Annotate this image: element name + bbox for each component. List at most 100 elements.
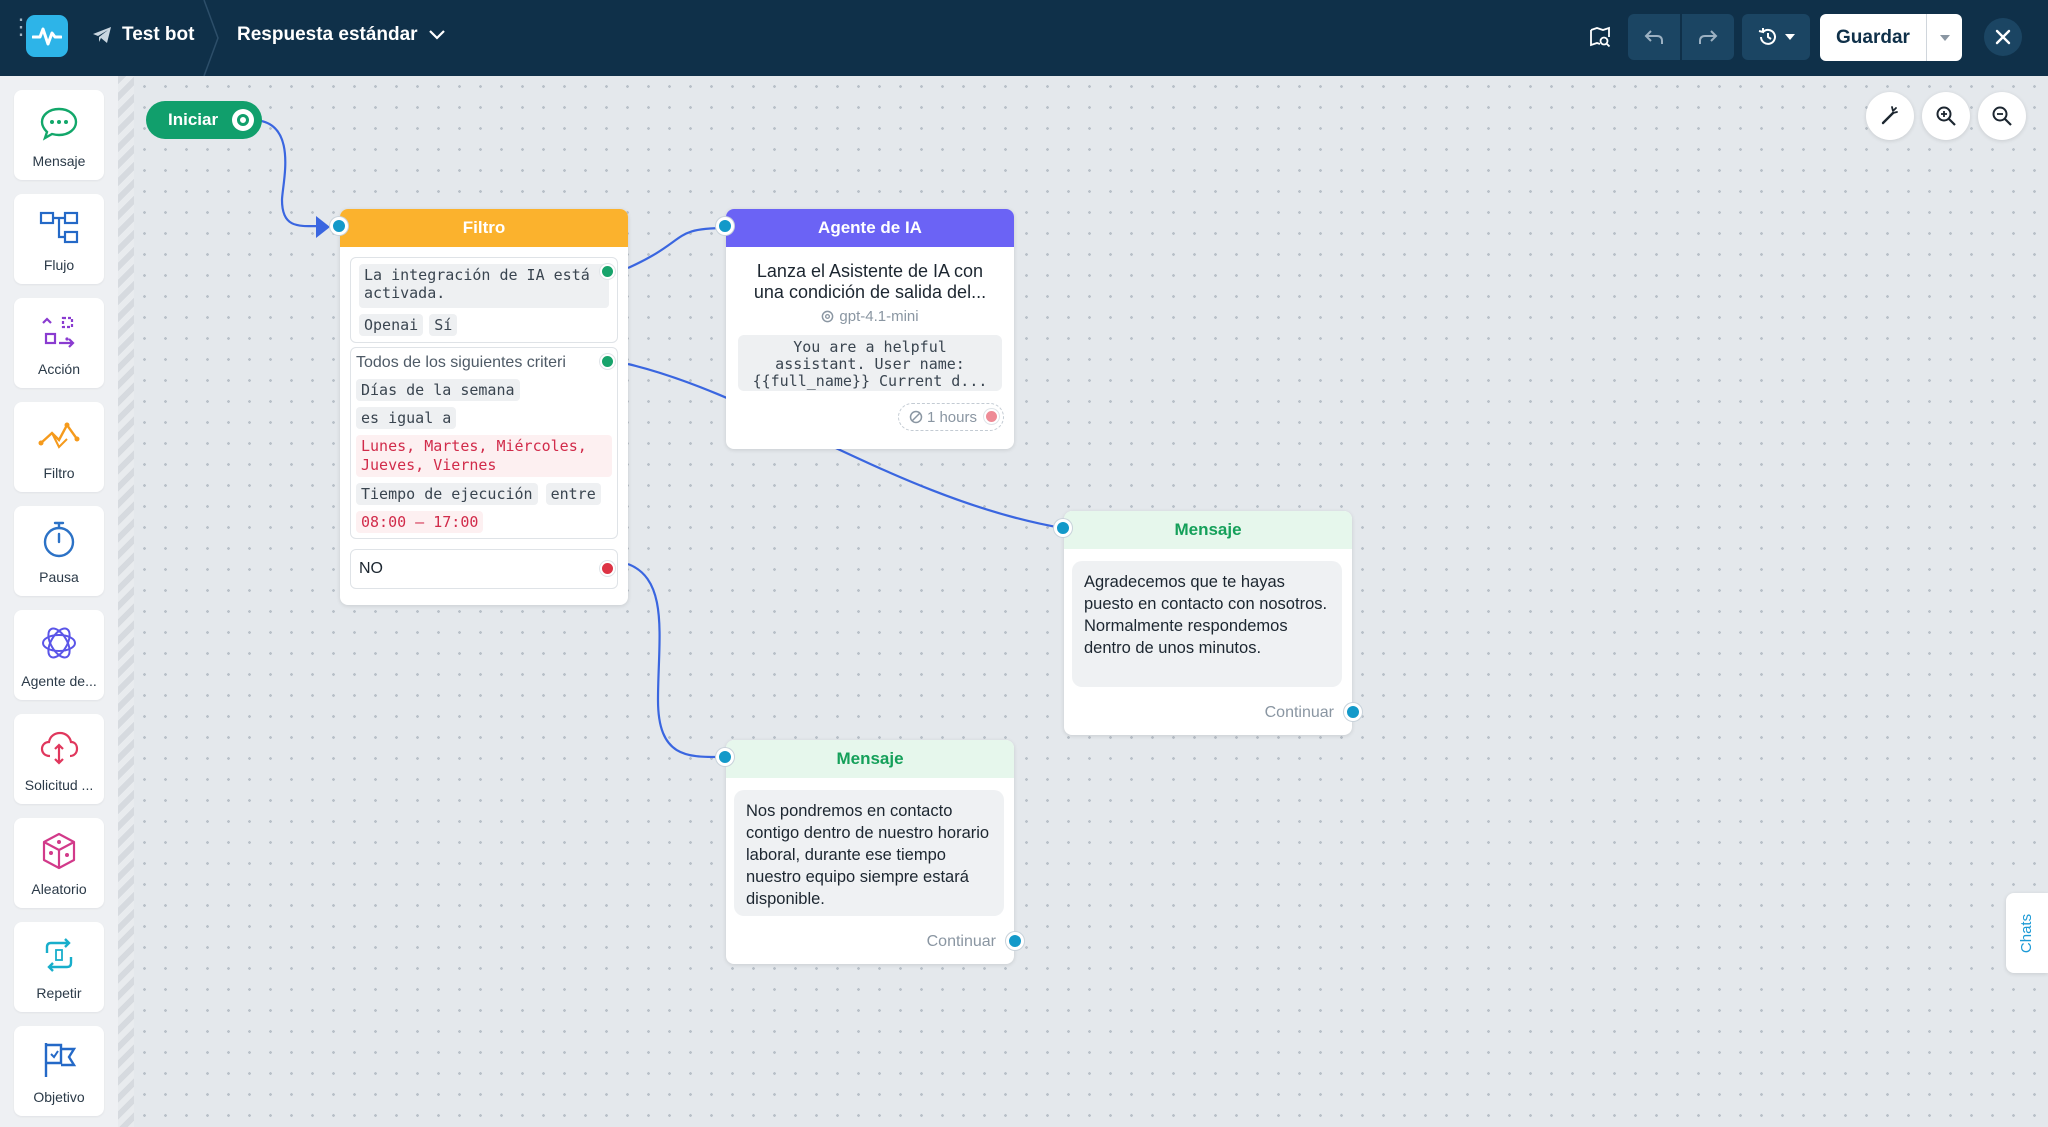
chats-tab-label: Chats xyxy=(2018,913,2036,953)
flow-selector[interactable]: Respuesta estándar xyxy=(237,24,446,46)
condition-else[interactable]: NO xyxy=(350,549,618,589)
caret-down-icon xyxy=(1785,34,1795,40)
fit-view-button[interactable] xyxy=(1866,92,1914,140)
ai-description: Lanza el Asistente de IA con una condici… xyxy=(753,261,987,302)
zoom-in-button[interactable] xyxy=(1922,92,1970,140)
condition-group-title: Todos de los siguientes criteri xyxy=(356,354,566,371)
openai-icon xyxy=(822,310,834,323)
condition-operator: es igual a xyxy=(356,407,457,429)
more-vertical-icon[interactable]: ⋮ xyxy=(10,16,32,52)
start-output-port[interactable] xyxy=(232,109,254,131)
message-node[interactable]: Mensaje Agradecemos que te hayas puesto … xyxy=(1054,511,1362,735)
bot-name: Test bot xyxy=(122,24,195,45)
repeat-icon xyxy=(45,938,73,972)
save-label: Guardar xyxy=(1836,26,1910,48)
message-output-port[interactable] xyxy=(1344,703,1362,721)
filter-input-port[interactable] xyxy=(330,217,348,235)
message-input-port[interactable] xyxy=(716,748,734,766)
bot-breadcrumb[interactable]: Test bot xyxy=(92,24,194,46)
condition-schedule[interactable]: Todos de los siguientes criteri Días de … xyxy=(350,347,618,539)
sidebar-divider xyxy=(118,76,134,1127)
ai-prompt: You are a helpful assistant. User name: … xyxy=(738,335,1002,391)
dice-icon xyxy=(42,832,76,870)
palette-item-repetir[interactable]: Repetir xyxy=(14,922,104,1012)
flow-icon xyxy=(39,211,79,244)
telegram-icon xyxy=(93,27,111,43)
save-button[interactable]: Guardar xyxy=(1820,14,1962,61)
palette-item-filtro[interactable]: Filtro xyxy=(14,402,104,492)
chat-bubble-icon xyxy=(40,107,78,141)
condition-ai-enabled[interactable]: La integración de IA está activada. Open… xyxy=(350,257,618,343)
condition-output-port[interactable] xyxy=(600,354,615,369)
condition-field: Días de la semana xyxy=(356,379,520,401)
condition-value: Lunes, Martes, Miércoles, Jueves, Vierne… xyxy=(356,435,612,477)
top-bar: ⋮ Test bot Respuesta estándar Guardar xyxy=(0,0,2048,76)
caret-down-icon xyxy=(1939,34,1950,41)
ai-input-port[interactable] xyxy=(716,217,734,235)
message-node[interactable]: Mensaje Nos pondremos en contacto contig… xyxy=(716,740,1024,964)
condition-field: Tiempo de ejecución xyxy=(356,483,538,505)
action-icon xyxy=(42,316,75,348)
save-options-button[interactable] xyxy=(1926,14,1962,61)
close-icon xyxy=(1995,29,2011,45)
redo-button[interactable] xyxy=(1682,14,1734,60)
message-node-title: Mensaje xyxy=(726,740,1014,778)
filter-icon xyxy=(38,422,80,449)
palette-item-accion[interactable]: Acción xyxy=(14,298,104,388)
undo-button[interactable] xyxy=(1628,14,1680,60)
message-text[interactable]: Nos pondremos en contacto contigo dentro… xyxy=(734,790,1004,916)
timeout-icon xyxy=(909,410,923,424)
else-label: NO xyxy=(359,560,383,577)
condition-value: 08:00 — 17:00 xyxy=(356,511,484,533)
condition-text: La integración de IA está activada. xyxy=(359,264,609,308)
condition-operator: entre xyxy=(545,483,601,505)
continue-label: Continuar xyxy=(926,933,996,950)
node-palette-sidebar: Mensaje Flujo Acción Filtro Pausa Agente… xyxy=(0,76,118,1127)
condition-chip: Openai xyxy=(359,314,424,336)
ai-agent-icon xyxy=(42,627,76,659)
palette-item-agente[interactable]: Agente de... xyxy=(14,610,104,700)
ai-agent-node[interactable]: Agente de IA Lanza el Asistente de IA co… xyxy=(716,209,1014,449)
ai-node-title: Agente de IA xyxy=(726,209,1014,247)
start-label: Iniciar xyxy=(168,110,219,129)
condition-chip: Sí xyxy=(429,314,458,336)
filter-node-title: Filtro xyxy=(340,209,628,247)
palette-item-flujo[interactable]: Flujo xyxy=(14,194,104,284)
chats-tab[interactable]: Chats xyxy=(2006,893,2048,973)
ai-timeout: 1 hours xyxy=(897,403,1004,431)
flow-name: Respuesta estándar xyxy=(237,24,418,45)
message-output-port[interactable] xyxy=(1006,932,1024,950)
palette-item-solicitud[interactable]: Solicitud ... xyxy=(14,714,104,804)
continue-label: Continuar xyxy=(1264,704,1334,721)
start-node[interactable]: Iniciar xyxy=(146,101,262,139)
history-button[interactable] xyxy=(1742,14,1810,60)
cloud-request-icon xyxy=(40,731,79,765)
condition-output-port[interactable] xyxy=(600,264,615,279)
zoom-out-icon xyxy=(1992,106,2012,126)
message-text[interactable]: Agradecemos que te hayas puesto en conta… xyxy=(1072,561,1342,687)
palette-item-pausa[interactable]: Pausa xyxy=(14,506,104,596)
ai-model: gpt-4.1-mini xyxy=(726,308,1014,325)
magic-wand-icon xyxy=(1881,106,1898,125)
map-search-icon xyxy=(1590,26,1611,48)
palette-item-aleatorio[interactable]: Aleatorio xyxy=(14,818,104,908)
filter-node[interactable]: Filtro La integración de IA está activad… xyxy=(330,209,628,605)
chevron-down-icon xyxy=(428,30,445,40)
map-view-button[interactable] xyxy=(1576,14,1624,60)
message-input-port[interactable] xyxy=(1054,519,1072,537)
message-node-title: Mensaje xyxy=(1064,511,1352,549)
else-output-port[interactable] xyxy=(600,561,615,576)
zoom-in-icon xyxy=(1936,106,1956,126)
redo-icon xyxy=(1699,30,1718,44)
breadcrumb-separator xyxy=(203,0,219,76)
app-logo-icon[interactable] xyxy=(26,15,68,57)
zoom-out-button[interactable] xyxy=(1978,92,2026,140)
palette-item-mensaje[interactable]: Mensaje xyxy=(14,90,104,180)
ai-timeout-output-port[interactable] xyxy=(984,409,999,424)
close-button[interactable] xyxy=(1984,18,2022,56)
palette-item-objetivo[interactable]: Objetivo xyxy=(14,1026,104,1116)
goal-flag-icon xyxy=(44,1043,77,1077)
undo-icon xyxy=(1644,30,1663,44)
stopwatch-icon xyxy=(43,521,75,558)
history-icon xyxy=(1758,28,1776,45)
